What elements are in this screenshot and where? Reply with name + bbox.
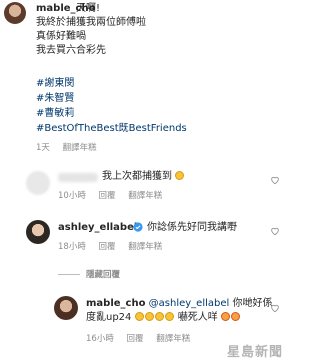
hide-replies-button[interactable]: 隱藏回覆 (86, 268, 120, 280)
verified-badge-icon (133, 222, 143, 232)
reply-text-part: 度亂up24 (86, 312, 132, 323)
comment-time: 18小時 (58, 242, 86, 252)
hashtag-link[interactable]: #謝東閔 (36, 76, 187, 91)
avatar[interactable] (54, 296, 78, 320)
comment-time: 16小時 (86, 334, 114, 344)
comment-text: 我上次都捕獲到 (102, 170, 185, 184)
grin-emoji-icon (144, 312, 154, 321)
comment-text: 天啊! (76, 2, 100, 16)
grin-emoji-icon (164, 312, 174, 321)
comment-meta: 18小時 回覆 翻譯年糕 (58, 240, 172, 252)
blurred-username[interactable] (58, 173, 98, 182)
translate-link[interactable]: 翻譯年糕 (128, 191, 162, 201)
heart-icon[interactable] (270, 226, 280, 236)
hashtag-link[interactable]: #曹敏莉 (36, 106, 187, 121)
reply-link[interactable]: 回覆 (99, 191, 116, 201)
hashtag-link[interactable]: #朱智賢 (36, 91, 187, 106)
comment-meta: 16小時 回覆 翻譯年糕 (86, 332, 200, 344)
hashtag-link[interactable]: #BestOfTheBest既BestFriends (36, 121, 187, 136)
reply-text-part: 你哋好係 (232, 298, 273, 309)
avatar[interactable] (4, 2, 26, 24)
reply-link[interactable]: 回覆 (99, 242, 116, 252)
grin-emoji-icon (134, 312, 144, 321)
grin-emoji-icon (154, 312, 164, 321)
hide-replies-divider (58, 274, 80, 275)
reply-text-part: 嚇死人咩 (177, 312, 218, 323)
comment-line: 我終於捕獲我兩位師傅啦 (36, 17, 146, 28)
comment-meta: 1天 翻譯年糕 (36, 141, 107, 153)
heart-icon[interactable] (270, 175, 280, 185)
mention-link[interactable]: @ashley_ellabel (149, 298, 230, 309)
comment-time: 1天 (36, 143, 50, 153)
avatar[interactable] (26, 171, 50, 195)
hashtag-list: #謝東閔 #朱智賢 #曹敏莉 #BestOfTheBest既BestFriend… (36, 76, 187, 136)
avatar[interactable] (26, 220, 50, 244)
comment-text-body: 我終於捕獲我兩位師傅啦 真係好難喎 我去買六合彩先 (36, 16, 146, 58)
comment-line: 真係好難喎 (36, 31, 86, 42)
reply-text: mable_cho @ashley_ellabel 你哋好係 度亂up24 嚇死… (86, 297, 282, 325)
comment-line: 天啊! (76, 3, 101, 14)
translate-link[interactable]: 翻譯年糕 (63, 143, 97, 153)
translate-link[interactable]: 翻譯年糕 (156, 334, 190, 344)
scared-emoji-icon (220, 312, 230, 321)
comment-text-content: 我上次都捕獲到 (102, 171, 172, 182)
translate-link[interactable]: 翻譯年糕 (128, 242, 162, 252)
heart-icon[interactable] (270, 303, 280, 313)
grin-emoji-icon (175, 171, 185, 180)
comment-meta: 10小時 回覆 翻譯年糕 (58, 189, 172, 201)
comment-username[interactable]: ashley_ellabel (58, 222, 137, 233)
watermark-logo: 星島新聞 (226, 345, 283, 360)
comment-username[interactable]: mable_cho (86, 298, 145, 309)
comment-line: 我去買六合彩先 (36, 45, 106, 56)
reply-link[interactable]: 回覆 (127, 334, 144, 344)
comment-text: 你諗係先好同我講嘢 (147, 222, 237, 233)
scared-emoji-icon (230, 312, 240, 321)
comment-time: 10小時 (58, 191, 86, 201)
